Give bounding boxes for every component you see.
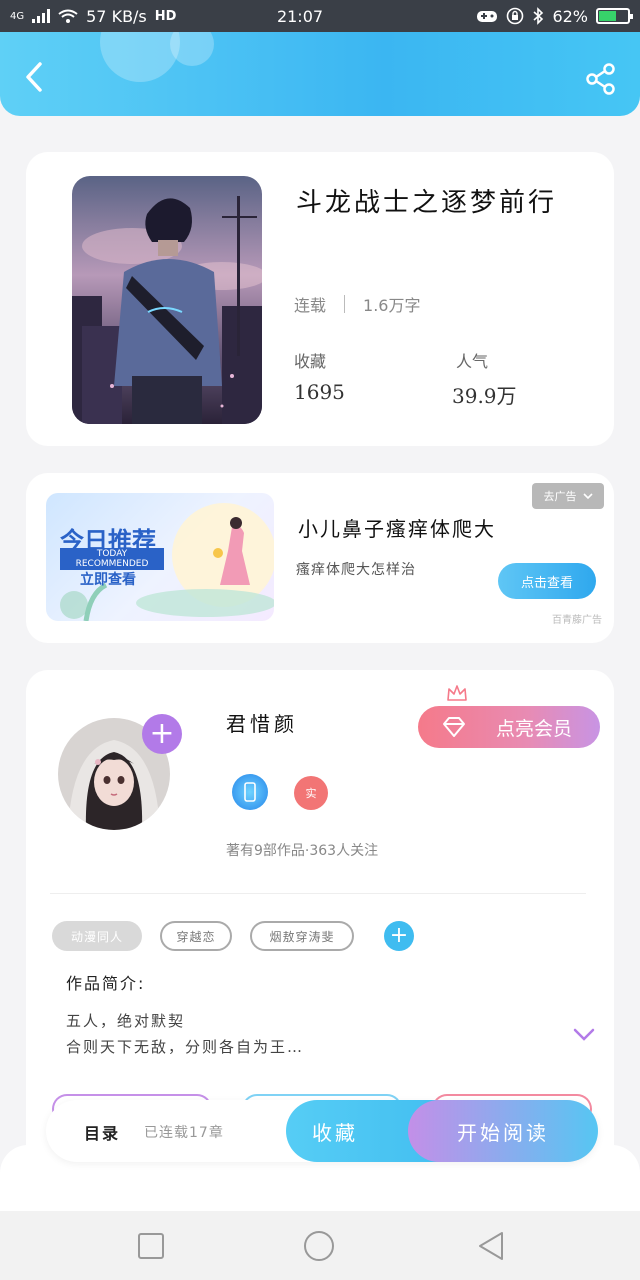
chapter-count: 已连载17章 bbox=[144, 1125, 224, 1141]
plus-icon: + bbox=[389, 923, 409, 948]
word-count: 1.6万字 bbox=[363, 296, 421, 315]
signal-icon bbox=[32, 9, 51, 23]
bluetooth-icon bbox=[533, 7, 544, 25]
ad-subtitle: 瘙痒体爬大怎样治 bbox=[296, 562, 416, 578]
author-level-badge-icon bbox=[232, 774, 268, 810]
top-header bbox=[0, 32, 640, 116]
ad-banner-subtitle: TODAY RECOMMENDED bbox=[60, 548, 164, 570]
toc-button[interactable]: 目录 bbox=[84, 1120, 120, 1144]
section-divider bbox=[50, 893, 586, 894]
author-card: + 君惜颜 实 著有9部作品·363人关注 点亮会员 动漫同人 穿越恋 烟敖穿涛… bbox=[26, 670, 614, 1170]
intro-line: 五人，绝对默契 bbox=[66, 1012, 186, 1030]
battery-percent: 62% bbox=[552, 6, 588, 26]
wifi-icon bbox=[58, 9, 78, 23]
vip-button[interactable]: 点亮会员 bbox=[418, 706, 600, 748]
share-icon[interactable] bbox=[584, 62, 618, 96]
back-icon[interactable] bbox=[18, 60, 52, 94]
tag-item[interactable]: 烟敖穿涛斐 bbox=[250, 921, 354, 951]
recent-apps-icon[interactable] bbox=[134, 1229, 168, 1263]
status-bar: 4G 57 KB/s HD 21:07 62% bbox=[0, 0, 640, 32]
network-speed: 57 KB/s bbox=[86, 6, 147, 26]
verified-badge: 实 bbox=[294, 776, 328, 810]
ad-title: 小儿鼻子瘙痒体爬大 bbox=[298, 517, 496, 541]
ad-card[interactable]: 今日推荐 TODAY RECOMMENDED 立即查看 小儿鼻子瘙痒体爬大 瘙痒… bbox=[26, 473, 614, 643]
popularity-stat-label: 人气 bbox=[456, 352, 489, 371]
ad-banner-image[interactable]: 今日推荐 TODAY RECOMMENDED 立即查看 bbox=[46, 493, 274, 621]
author-info: 著有9部作品·363人关注 bbox=[226, 843, 379, 859]
author-name: 君惜颜 bbox=[226, 712, 298, 736]
expand-chevron-icon[interactable] bbox=[572, 1026, 596, 1042]
book-cover[interactable] bbox=[72, 176, 262, 424]
status-time: 21:07 bbox=[276, 6, 324, 26]
hd-call-icon: HD bbox=[154, 8, 177, 24]
diamond-icon bbox=[443, 717, 465, 737]
intro-line: 合则天下无敌，分则各自为王… bbox=[66, 1038, 305, 1056]
remove-ad-button[interactable]: 去广告 bbox=[532, 483, 604, 509]
crown-icon bbox=[447, 685, 467, 701]
book-info-card: 斗龙战士之逐梦前行 连载 1.6万字 收藏 1695 人气 39.9万 bbox=[26, 152, 614, 446]
bottom-action-bar: 目录 已连载17章 收藏 开始阅读 bbox=[46, 1100, 598, 1162]
tag-item[interactable]: 穿越恋 bbox=[160, 921, 232, 951]
remove-ad-label: 去广告 bbox=[543, 490, 577, 503]
book-title: 斗龙战士之逐梦前行 bbox=[296, 188, 558, 218]
book-meta: 连载 1.6万字 bbox=[294, 292, 420, 316]
collect-stat-label: 收藏 bbox=[294, 352, 327, 371]
intro-label: 作品简介: bbox=[66, 974, 146, 993]
vip-label: 点亮会员 bbox=[495, 717, 572, 740]
home-icon[interactable] bbox=[302, 1229, 336, 1263]
follow-author-button[interactable]: + bbox=[142, 714, 182, 754]
ad-view-button[interactable]: 点击查看 bbox=[498, 563, 596, 599]
serial-status: 连载 bbox=[294, 296, 327, 315]
system-nav-bar bbox=[0, 1211, 640, 1280]
back-nav-icon[interactable] bbox=[474, 1229, 508, 1263]
start-reading-button[interactable]: 开始阅读 bbox=[408, 1100, 598, 1162]
lock-rotation-icon bbox=[507, 7, 524, 25]
add-tag-button[interactable]: + bbox=[384, 921, 414, 951]
battery-icon bbox=[596, 8, 633, 24]
tag-item[interactable]: 动漫同人 bbox=[52, 921, 142, 951]
ad-source: 百青藤广告 bbox=[552, 615, 602, 626]
collect-stat-value: 1695 bbox=[294, 380, 345, 404]
network-type: 4G bbox=[10, 10, 25, 22]
ad-banner-cta: 立即查看 bbox=[80, 572, 136, 588]
plus-icon: + bbox=[149, 716, 175, 751]
gamepad-icon bbox=[477, 11, 498, 22]
meta-divider bbox=[344, 295, 346, 313]
popularity-stat-value: 39.9万 bbox=[452, 384, 517, 408]
chevron-down-icon bbox=[582, 493, 593, 500]
